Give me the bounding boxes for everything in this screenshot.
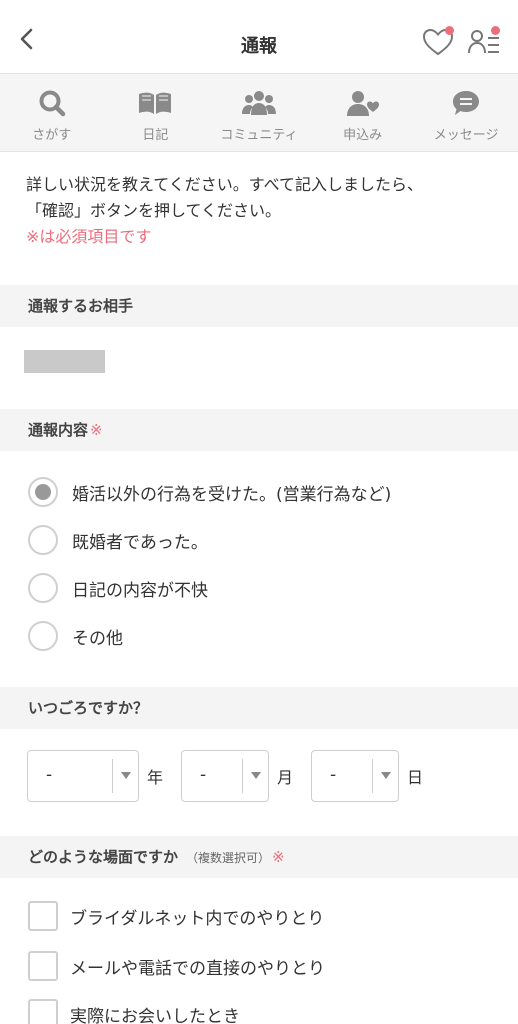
community-icon	[241, 91, 276, 115]
checkbox[interactable]	[28, 999, 58, 1024]
year-unit: 年	[147, 768, 164, 787]
radio-label: 婚活以外の行為を受けた。(営業行為など)	[72, 484, 392, 505]
nav-label-message: メッセージ	[433, 128, 499, 143]
section-header-content: 通報内容 ※	[0, 409, 518, 451]
nav-label-diary: 日記	[142, 128, 169, 143]
required-mark: ※	[272, 848, 285, 866]
person-heart-icon	[346, 91, 379, 116]
checkbox[interactable]	[28, 901, 58, 931]
intro-text: 詳しい状況を教えてください。すべて記入しましたら、 「確認」ボタンを押してくださ…	[26, 172, 496, 250]
radio-option-other[interactable]: その他	[28, 620, 123, 652]
section-header-target: 通報するお相手	[0, 285, 518, 327]
day-unit: 日	[407, 768, 424, 787]
notification-dot	[491, 26, 500, 35]
checkbox-option-meeting[interactable]: 実際にお会いしたとき	[28, 998, 240, 1024]
day-select[interactable]: -	[311, 750, 399, 802]
radio-label: その他	[72, 628, 123, 649]
nav-item-search[interactable]: さがす	[0, 74, 104, 151]
chevron-down-icon	[372, 759, 398, 793]
section-title-content: 通報内容	[28, 421, 89, 439]
chevron-down-icon	[242, 759, 268, 793]
checkbox-option-direct[interactable]: メールや電話での直接のやりとり	[28, 950, 325, 982]
masked-user-name	[24, 350, 105, 373]
multi-select-note: （複数選択可）	[186, 851, 271, 865]
nav-item-application[interactable]: 申込み	[311, 74, 415, 151]
section-title-target: 通報するお相手	[28, 297, 134, 315]
chevron-down-icon	[112, 759, 138, 793]
required-mark: ※	[90, 421, 103, 439]
year-select-value: -	[46, 765, 53, 785]
radio-option-diary[interactable]: 日記の内容が不快	[28, 572, 208, 604]
section-title-scene: どのような場面ですか	[28, 848, 179, 866]
section-header-date: いつごろですか？	[0, 687, 518, 729]
chat-icon	[453, 91, 480, 115]
radio-button[interactable]	[28, 621, 58, 651]
nav-label-community: コミュニティ	[220, 128, 298, 143]
section-header-scene: どのような場面ですか （複数選択可） ※	[0, 836, 518, 878]
app-header: 通報	[0, 0, 518, 74]
intro-line-2: 「確認」ボタンを押してください。	[26, 201, 282, 220]
radio-button[interactable]	[28, 525, 58, 555]
intro-line-1: 詳しい状況を教えてください。すべて記入しましたら、	[26, 175, 423, 194]
search-icon	[39, 90, 66, 117]
book-icon	[139, 92, 172, 114]
radio-button[interactable]	[28, 573, 58, 603]
radio-label: 日記の内容が不快	[72, 580, 208, 601]
user-list-icon[interactable]	[466, 24, 502, 60]
radio-option-married[interactable]: 既婚者であった。	[28, 524, 208, 556]
radio-button-checked[interactable]	[28, 477, 58, 507]
day-select-value: -	[330, 765, 337, 785]
heart-icon[interactable]	[420, 24, 456, 60]
checkbox-option-in-app[interactable]: ブライダルネット内でのやりとり	[28, 900, 324, 932]
required-note: ※は必須項目です	[26, 227, 152, 246]
checkbox-label: ブライダルネット内でのやりとり	[70, 908, 325, 929]
nav-item-community[interactable]: コミュニティ	[207, 74, 311, 151]
checkbox-label: メールや電話での直接のやりとり	[70, 958, 325, 979]
nav-label-search: さがす	[32, 128, 72, 143]
nav-item-diary[interactable]: 日記	[104, 74, 208, 151]
nav-label-application: 申込み	[343, 128, 383, 143]
nav-item-message[interactable]: メッセージ	[414, 74, 518, 151]
section-title-date: いつごろですか？	[28, 699, 149, 717]
checkbox[interactable]	[28, 951, 58, 981]
notification-dot	[445, 26, 454, 35]
year-select[interactable]: -	[27, 750, 139, 802]
main-nav: さがす 日記 コミュニティ 申込み メッセージ	[0, 74, 518, 152]
month-select-value: -	[200, 765, 207, 785]
radio-label: 既婚者であった。	[72, 532, 208, 553]
month-unit: 月	[277, 768, 294, 787]
radio-option-business[interactable]: 婚活以外の行為を受けた。(営業行為など)	[28, 476, 391, 508]
checkbox-label: 実際にお会いしたとき	[70, 1006, 240, 1024]
month-select[interactable]: -	[181, 750, 269, 802]
